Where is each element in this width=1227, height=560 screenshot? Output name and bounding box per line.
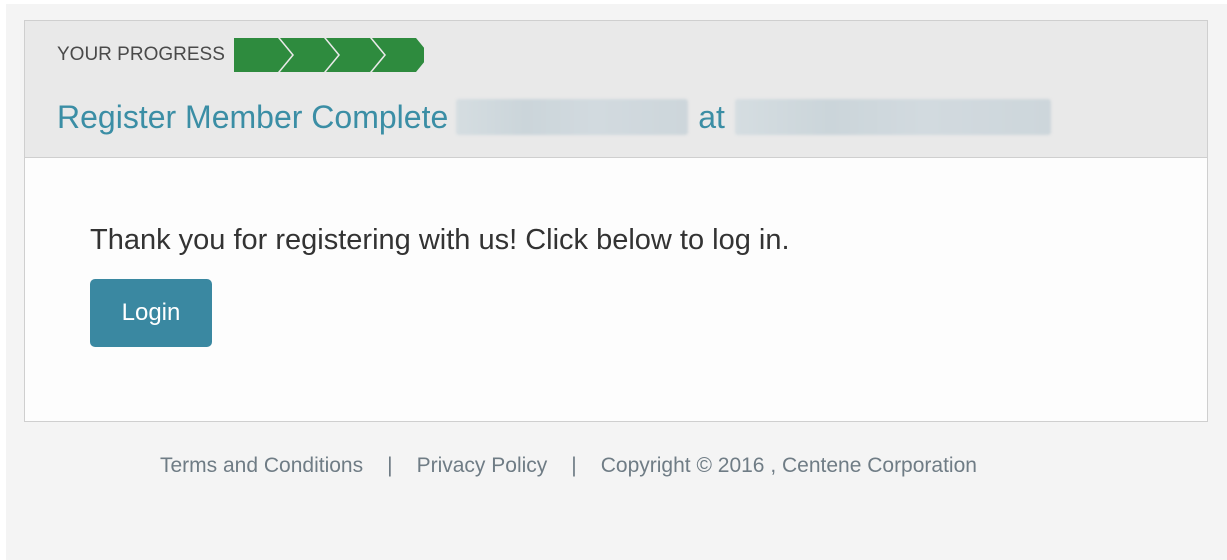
progress-arrows-icon xyxy=(233,38,424,72)
header-title-row: Register Member Complete at xyxy=(57,97,1051,137)
registration-card: YOUR PROGRESS Register Member Complete a… xyxy=(24,20,1208,422)
card-body: Thank you for registering with us! Click… xyxy=(25,158,1207,421)
footer-separator: | xyxy=(387,454,393,477)
footer-separator: | xyxy=(571,454,577,477)
terms-link[interactable]: Terms and Conditions xyxy=(160,454,363,478)
login-button[interactable]: Login xyxy=(90,279,212,347)
page: YOUR PROGRESS Register Member Complete a… xyxy=(0,0,1227,560)
copyright-text: Copyright © 2016 , Centene Corporation xyxy=(600,454,977,477)
left-strip xyxy=(0,0,6,560)
thank-you-message: Thank you for registering with us! Click… xyxy=(90,224,790,256)
card-header: YOUR PROGRESS Register Member Complete a… xyxy=(25,21,1207,158)
progress-label: YOUR PROGRESS xyxy=(57,44,225,65)
progress-step-1 xyxy=(233,38,292,72)
title-at-label: at xyxy=(698,98,725,135)
top-strip xyxy=(0,0,1227,4)
privacy-link[interactable]: Privacy Policy xyxy=(417,454,548,478)
redacted-organization xyxy=(734,99,1051,135)
progress-row: YOUR PROGRESS xyxy=(57,37,424,73)
redacted-member-name xyxy=(456,99,689,135)
page-title: Register Member Complete xyxy=(57,98,449,135)
footer-links: Terms and Conditions | Privacy Policy | … xyxy=(160,454,977,478)
